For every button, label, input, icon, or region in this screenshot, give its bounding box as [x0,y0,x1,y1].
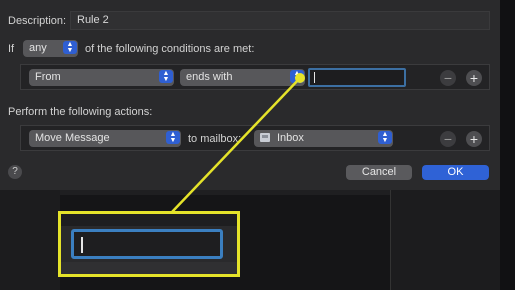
callout-line [171,77,301,213]
text-cursor [81,237,83,253]
zoomed-value-field [71,229,223,259]
zoom-callout [58,211,240,277]
callout-dot [295,73,305,83]
zoom-background-row [61,262,237,274]
zoom-background-strip [61,214,237,226]
